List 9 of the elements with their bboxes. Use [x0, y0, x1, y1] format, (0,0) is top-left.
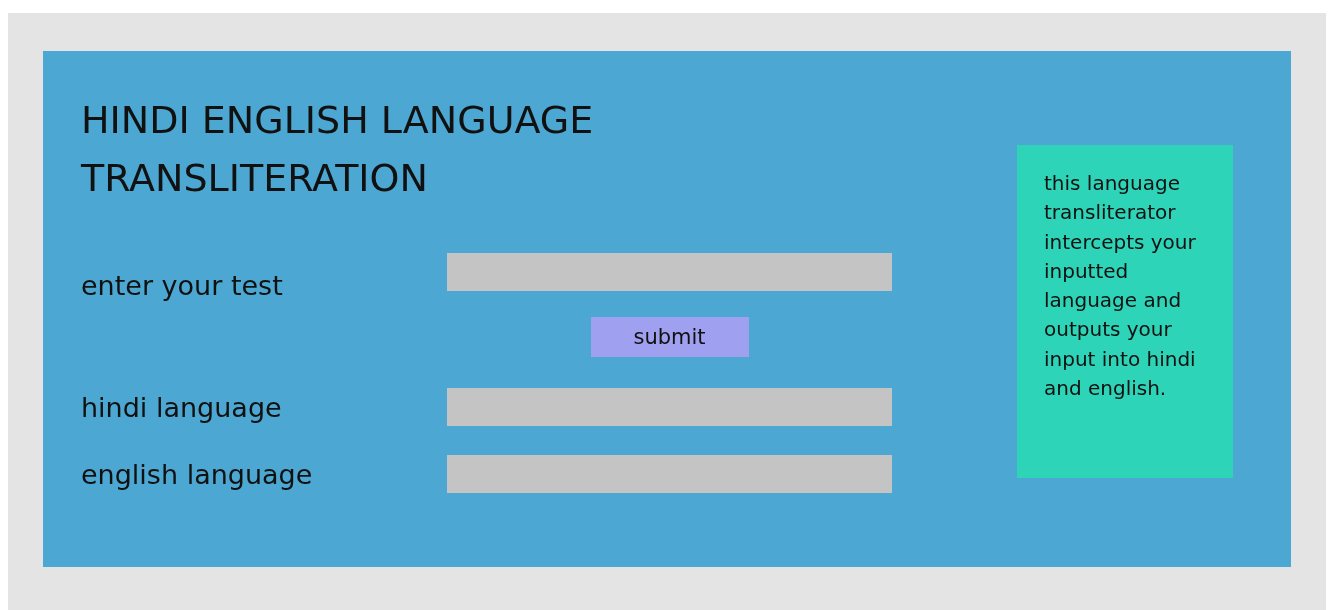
submit-button[interactable]: submit: [590, 317, 749, 357]
input-field[interactable]: [447, 455, 892, 493]
info-box: this language transliterator intercepts your inputted language and outputs your input into hindi and english.: [1017, 145, 1233, 478]
field-label: enter your test: [81, 269, 284, 301]
input-field[interactable]: [447, 253, 892, 291]
field-label: english language: [81, 458, 314, 490]
input-field[interactable]: [447, 388, 892, 426]
field-label: hindi language: [81, 391, 283, 423]
page-title: HINDI ENGLISH LANGUAGE TRANSLITERATION: [81, 97, 595, 202]
